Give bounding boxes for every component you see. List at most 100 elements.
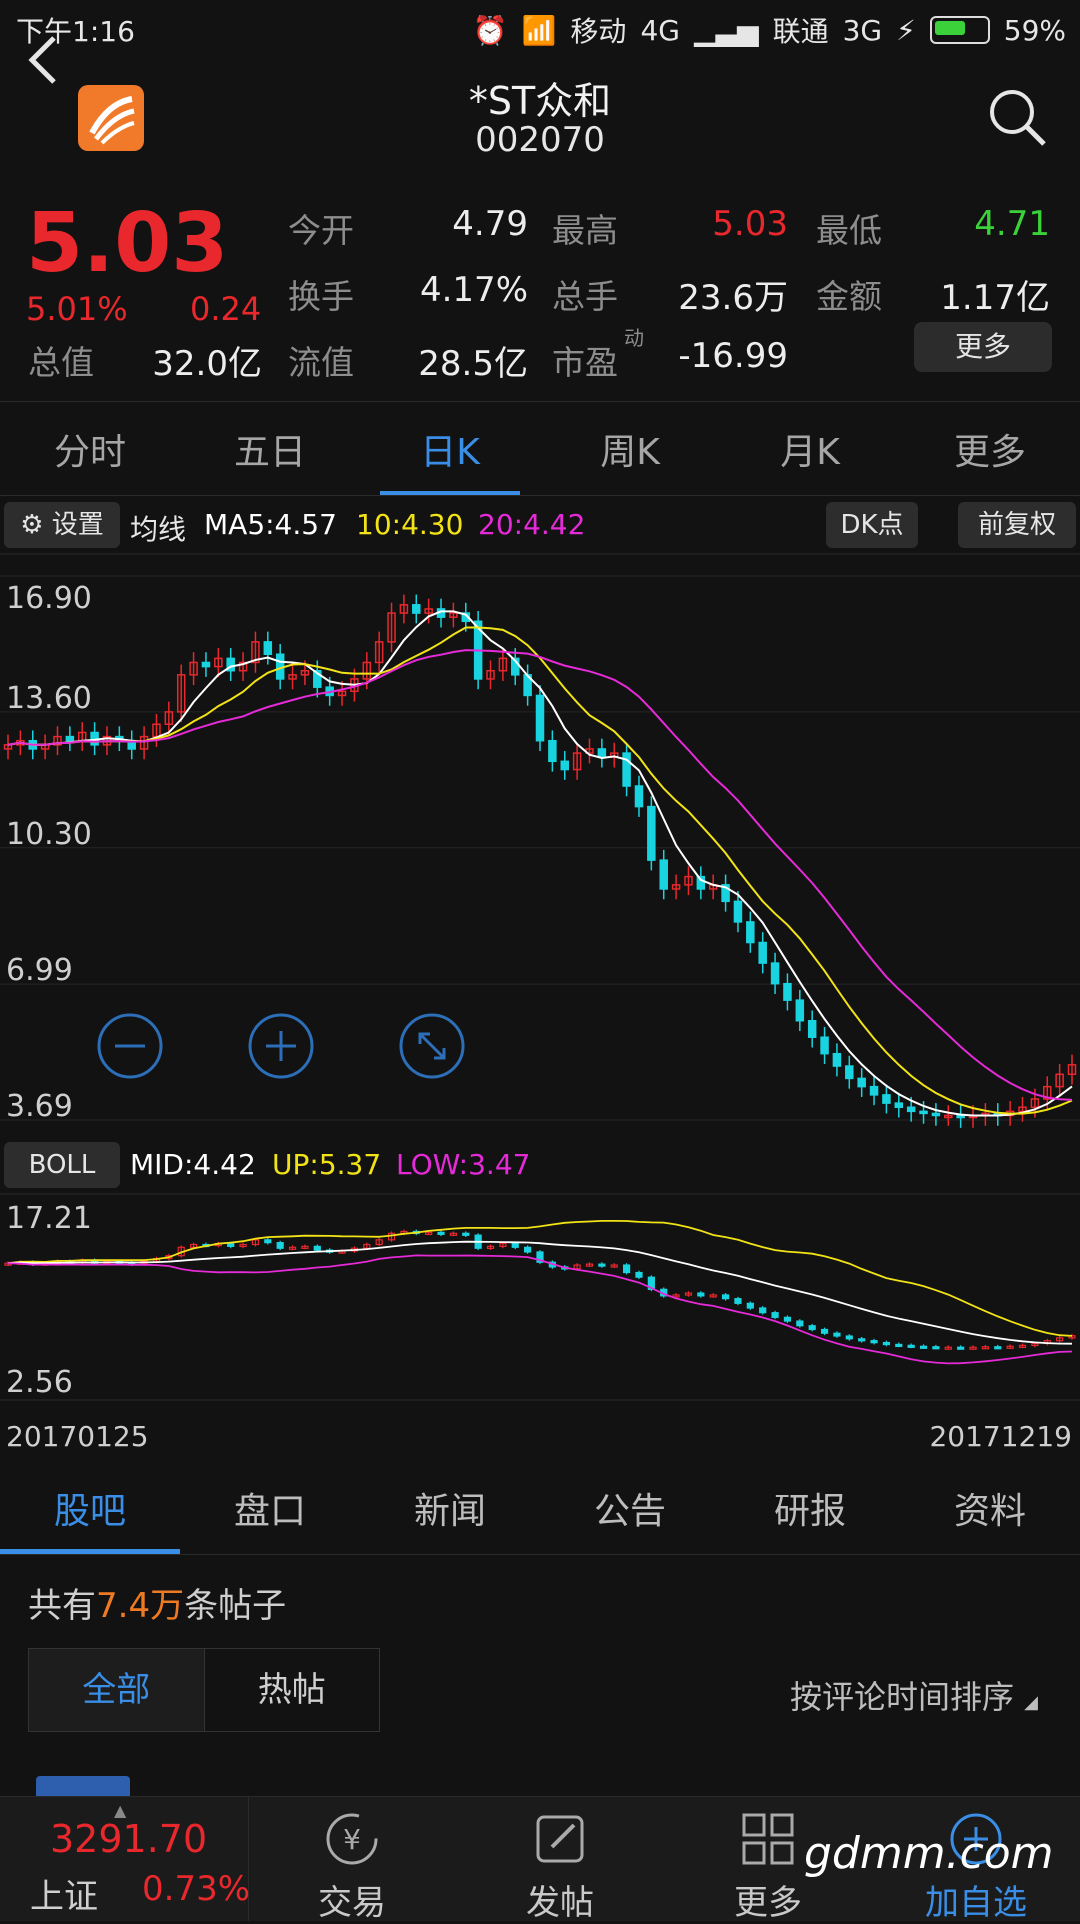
candle-body bbox=[634, 785, 644, 808]
dk-point-button[interactable]: DK点 bbox=[826, 502, 918, 548]
info-tab-5[interactable]: 资料 bbox=[900, 1470, 1080, 1554]
ma5-line bbox=[7, 610, 1073, 1117]
settings-button[interactable]: ⚙ 设置 bbox=[4, 502, 120, 548]
posts-filter: 全部 热帖 bbox=[28, 1648, 380, 1732]
info-tab-0[interactable]: 股吧 bbox=[0, 1470, 180, 1554]
pe-value: -16.99 bbox=[678, 336, 788, 376]
gear-icon: ⚙ bbox=[20, 510, 44, 540]
info-tab-3[interactable]: 公告 bbox=[540, 1470, 720, 1554]
change-amount: 0.24 bbox=[190, 290, 262, 328]
search-icon[interactable] bbox=[986, 86, 1048, 148]
y-tick-label: 3.69 bbox=[6, 1089, 73, 1124]
tab-4[interactable]: 月K bbox=[720, 410, 900, 495]
posts-prefix: 共有 bbox=[28, 1586, 96, 1626]
trade-label: 交易 bbox=[318, 1883, 386, 1923]
boll-candle-body bbox=[882, 1341, 891, 1346]
boll-candle-body bbox=[623, 1264, 631, 1274]
trade-icon: ¥ bbox=[326, 1813, 378, 1865]
post-label: 发帖 bbox=[526, 1883, 594, 1923]
boll-candle-body bbox=[524, 1246, 532, 1253]
candle-body bbox=[535, 694, 545, 742]
stock-code: 002070 bbox=[475, 120, 605, 160]
boll-up: UP:5.37 bbox=[272, 1148, 382, 1181]
adjust-button[interactable]: 前复权 bbox=[958, 502, 1076, 548]
candle-body bbox=[906, 1106, 916, 1113]
zoom-in-button[interactable] bbox=[248, 1013, 314, 1079]
ma5-value: MA5:4.57 bbox=[204, 508, 337, 541]
status-icons: ⏰ 📶 移动 4G ▁▃▅ 联通 3G ⚡ 59% bbox=[473, 10, 1066, 50]
boll-candle-body bbox=[462, 1232, 470, 1236]
candle-body bbox=[412, 604, 421, 614]
candle-body bbox=[919, 1110, 928, 1115]
info-tab-4[interactable]: 研报 bbox=[720, 1470, 900, 1554]
high-value: 5.03 bbox=[712, 204, 788, 244]
boll-candle-body bbox=[895, 1343, 903, 1348]
y-tick-label: 6.99 bbox=[6, 953, 73, 988]
boll-candle-body bbox=[957, 1346, 965, 1350]
candle-body bbox=[746, 921, 755, 944]
tab-5[interactable]: 更多 bbox=[900, 410, 1080, 495]
boll-candle-body bbox=[276, 1242, 284, 1249]
ma-label: 均线 bbox=[130, 513, 187, 546]
post-button[interactable]: 发帖 bbox=[456, 1797, 664, 1923]
boll-candle-body bbox=[759, 1307, 767, 1314]
amount-label: 金额 bbox=[816, 277, 882, 316]
candle-body bbox=[869, 1085, 879, 1096]
boll-candle-body bbox=[771, 1312, 779, 1318]
boll-indicator-button[interactable]: BOLL bbox=[4, 1142, 120, 1188]
boll-candle-body bbox=[635, 1271, 643, 1278]
boll-candle-body bbox=[833, 1332, 841, 1337]
info-tab-2[interactable]: 新闻 bbox=[360, 1470, 540, 1554]
mktcap-value: 32.0亿 bbox=[152, 344, 262, 384]
candle-body bbox=[548, 739, 557, 763]
boll-candle-body bbox=[845, 1335, 853, 1340]
index-name: 上证 bbox=[30, 1877, 98, 1917]
sort-dropdown[interactable]: 按评论时间排序 ◢ bbox=[790, 1672, 1038, 1718]
tab-3[interactable]: 周K bbox=[540, 410, 720, 495]
tab-2[interactable]: 日K bbox=[360, 410, 540, 495]
boll-candle-body bbox=[511, 1242, 519, 1248]
posts-number: 7.4万 bbox=[96, 1586, 185, 1626]
candle-body bbox=[597, 748, 607, 758]
kline-tabs: 分时 五日 日K 周K 月K 更多 bbox=[0, 410, 1080, 496]
index-ticker[interactable]: ▲ 3291.70 上证 0.73% bbox=[0, 1797, 251, 1921]
boll-chart[interactable]: 17.21 2.56 bbox=[0, 1192, 1080, 1402]
tab-1[interactable]: 五日 bbox=[180, 410, 360, 495]
filter-hot[interactable]: 热帖 bbox=[205, 1649, 380, 1731]
candle-body bbox=[882, 1094, 891, 1104]
boll-mid: MID:4.42 bbox=[130, 1148, 256, 1181]
filter-all[interactable]: 全部 bbox=[29, 1649, 205, 1731]
y-tick-label: 10.30 bbox=[6, 817, 92, 852]
quote-more-button[interactable]: 更多 bbox=[914, 322, 1052, 372]
turnover-value: 4.17% bbox=[419, 270, 528, 310]
boll-candle-body bbox=[919, 1345, 928, 1349]
network-1: 4G bbox=[640, 13, 680, 47]
boll-candle-body bbox=[808, 1325, 816, 1331]
boll-candle-body bbox=[820, 1328, 829, 1334]
mktcap-label: 总值 bbox=[28, 343, 94, 382]
high-label: 最高 bbox=[552, 211, 618, 250]
status-bar: 下午1:16 ⏰ 📶 移动 4G ▁▃▅ 联通 3G ⚡ 59% bbox=[0, 0, 1080, 56]
low-value: 4.71 bbox=[974, 204, 1050, 244]
battery-percent: 59% bbox=[1003, 13, 1066, 47]
zoom-out-button[interactable] bbox=[97, 1013, 163, 1079]
tab-0[interactable]: 分时 bbox=[0, 410, 180, 495]
info-tab-1[interactable]: 盘口 bbox=[180, 1470, 360, 1554]
open-value: 4.79 bbox=[452, 204, 528, 244]
y-tick-label: 17.21 bbox=[6, 1201, 92, 1236]
sort-label: 按评论时间排序 bbox=[789, 1678, 1014, 1716]
add-watchlist-label: 加自选 bbox=[925, 1883, 1027, 1923]
trade-button[interactable]: ¥ 交易 bbox=[248, 1797, 456, 1923]
candle-body bbox=[758, 941, 767, 964]
date-axis: 20170125 20171219 bbox=[0, 1420, 1080, 1460]
fullscreen-button[interactable] bbox=[399, 1013, 465, 1079]
boll-candle-body bbox=[697, 1292, 705, 1297]
kline-chart[interactable]: 16.90 13.60 10.30 6.99 3.69 bbox=[0, 552, 1080, 1132]
index-percent: 0.73% bbox=[142, 1869, 251, 1909]
y-tick-label: 13.60 bbox=[6, 681, 92, 716]
battery-icon bbox=[929, 16, 990, 44]
candle-body bbox=[832, 1052, 842, 1067]
candle-body bbox=[820, 1036, 829, 1055]
candle-body bbox=[560, 760, 569, 771]
network-2: 3G bbox=[842, 13, 883, 47]
